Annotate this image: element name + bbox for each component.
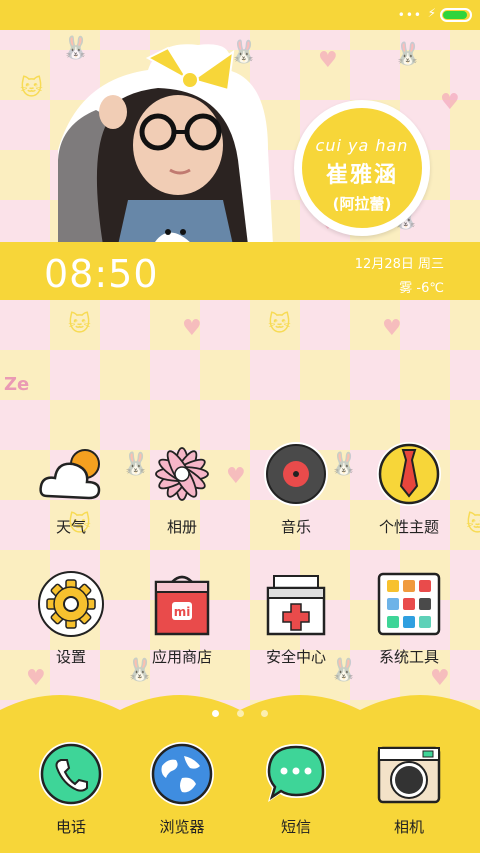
battery-level (443, 11, 467, 19)
app-label: 天气 (55, 518, 86, 536)
clock-widget[interactable]: 08:50 12月28日 周三 雾 -6℃ (0, 242, 480, 300)
app-label: 安全中心 (265, 648, 326, 666)
cat-decoration: 🐱 (466, 512, 480, 537)
flower-icon (148, 440, 216, 508)
vinyl-icon (262, 440, 330, 508)
name-chinese: 崔雅涵 (325, 163, 398, 188)
name-alias: (阿拉蕾) (332, 195, 392, 213)
app-label: 相册 (166, 518, 197, 536)
app-security[interactable]: 安全中心 (251, 570, 341, 667)
page-dot[interactable] (236, 710, 244, 717)
svg-text:mi: mi (174, 605, 191, 619)
app-browser[interactable]: 浏览器 (137, 740, 227, 837)
watermark-text: Ze (4, 374, 30, 395)
app-label: 个性主题 (378, 518, 439, 536)
toolbox-icon (375, 570, 443, 638)
status-bar: ••• ⚡ (0, 0, 480, 30)
message-icon (262, 740, 330, 808)
app-themes[interactable]: 个性主题 (364, 440, 454, 537)
heart-decoration: ♥ (226, 464, 246, 489)
app-label: 音乐 (280, 518, 311, 536)
app-music[interactable]: 音乐 (251, 440, 341, 537)
signal-dots-icon: ••• (397, 8, 422, 22)
page-dot[interactable] (260, 710, 268, 717)
name-badge: cui ya han 崔雅涵 (阿拉蕾) (294, 100, 430, 236)
app-gallery[interactable]: 相册 (137, 440, 227, 537)
girl-photo (58, 44, 273, 245)
page-dot[interactable] (212, 710, 220, 717)
name-pinyin: cui ya han (315, 136, 409, 155)
app-label: 设置 (55, 648, 86, 666)
tie-icon (375, 440, 443, 508)
weather-icon (37, 440, 105, 508)
clock-date: 12月28日 周三 (354, 257, 444, 272)
app-phone[interactable]: 电话 (26, 740, 116, 837)
app-messages[interactable]: 短信 (251, 740, 341, 837)
gear-icon (37, 570, 105, 638)
bolt-icon: ⚡ (427, 6, 436, 20)
app-label: 相机 (393, 818, 424, 836)
page-indicator[interactable] (0, 702, 480, 721)
app-system-tools[interactable]: 系统工具 (364, 570, 454, 667)
app-camera[interactable]: 相机 (364, 740, 454, 837)
globe-icon (148, 740, 216, 808)
app-weather[interactable]: 天气 (26, 440, 116, 537)
app-label: 应用商店 (151, 648, 212, 666)
battery-icon (440, 8, 472, 22)
cat-decoration: 🐱 (68, 312, 91, 337)
clock-time: 08:50 (44, 252, 159, 296)
cat-decoration: 🐱 (268, 312, 291, 337)
app-label: 浏览器 (159, 818, 205, 836)
camera-icon (375, 740, 443, 808)
app-settings[interactable]: 设置 (26, 570, 116, 667)
bag-icon: mi (148, 570, 216, 638)
phone-icon (37, 740, 105, 808)
first-aid-icon (262, 570, 330, 638)
dock: 电话 浏览器 短信 相机 (0, 725, 480, 853)
heart-decoration: ♥ (382, 316, 402, 341)
app-store[interactable]: mi 应用商店 (137, 570, 227, 667)
heart-decoration: ♥ (182, 316, 202, 341)
app-label: 短信 (280, 818, 311, 836)
photo-widget[interactable]: cui ya han 崔雅涵 (阿拉蕾) (0, 30, 480, 245)
weather-summary: 雾 -6℃ (399, 281, 444, 296)
app-label: 系统工具 (378, 648, 439, 666)
app-label: 电话 (55, 818, 86, 836)
